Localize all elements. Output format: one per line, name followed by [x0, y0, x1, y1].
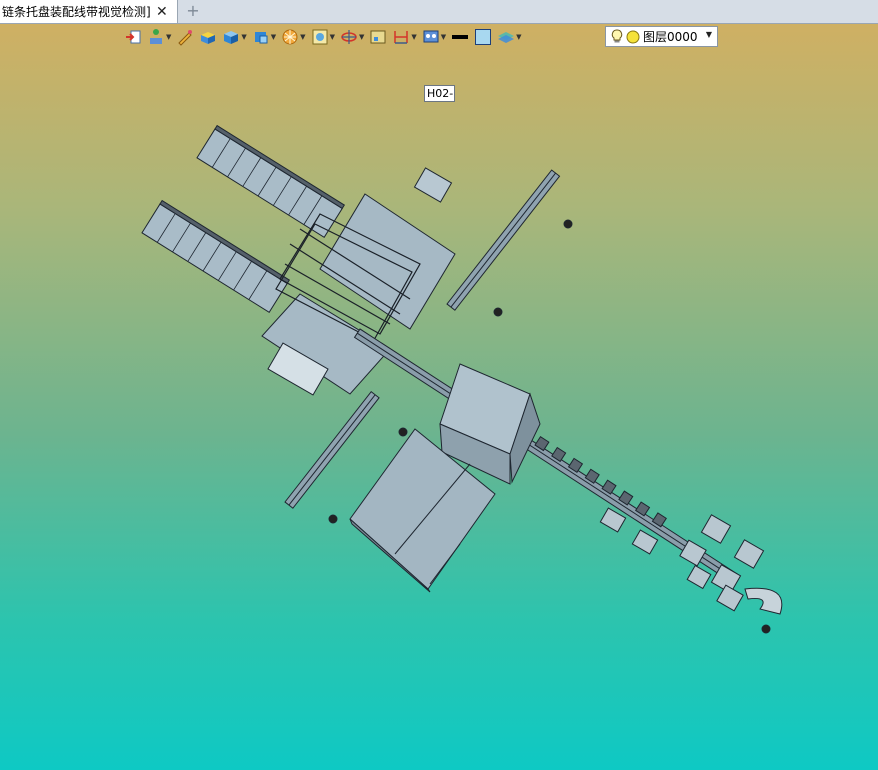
layers-button[interactable]: ▼ — [497, 26, 522, 48]
box-feature-button[interactable] — [199, 26, 217, 48]
frame-view-icon — [370, 30, 386, 44]
rotate-axis-button[interactable]: ▼ — [340, 26, 364, 48]
chevron-down-icon: ▼ — [358, 33, 365, 41]
view-toolbar: ▼ ▼ ▼ ▼ ▼ ▼ ▼ ▼ ▼ — [124, 24, 527, 50]
part-label-tag[interactable]: H02-0 — [424, 85, 455, 102]
surface-icon — [254, 32, 268, 44]
fill-color-icon — [475, 29, 492, 45]
render-sphere-button[interactable]: ▼ — [281, 26, 306, 48]
chevron-down-icon: ▼ — [411, 33, 417, 41]
chevron-down-icon: ▼ — [270, 33, 277, 41]
surface-button[interactable]: ▼ — [252, 26, 276, 48]
scene-button[interactable]: ▼ — [422, 26, 446, 48]
chevron-down-icon: ▼ — [329, 33, 335, 41]
layer-select[interactable]: 图层0000 ▼ — [605, 26, 718, 47]
new-tab-button[interactable]: + — [184, 1, 202, 21]
chevron-down-icon: ▼ — [241, 33, 247, 41]
display-mode-button[interactable]: ▼ — [311, 26, 335, 48]
chevron-down-icon: ▼ — [440, 33, 447, 41]
3d-viewport[interactable]: ▼ ▼ ▼ ▼ ▼ ▼ ▼ ▼ ▼ 图层0000 ▼ H02- — [0, 24, 878, 770]
close-icon[interactable]: ✕ — [156, 4, 168, 20]
assembly-line-model[interactable] — [0, 24, 878, 770]
solid-button[interactable]: ▼ — [222, 26, 247, 48]
render-sphere-icon — [282, 29, 298, 45]
document-tab-bar: 链条托盘装配线带视觉检测] ✕ + — [0, 0, 878, 24]
layers-icon — [498, 32, 515, 43]
chevron-down-icon[interactable]: ▼ — [706, 30, 712, 39]
dimension-icon — [394, 31, 409, 44]
scene-icon — [423, 30, 439, 43]
chevron-down-icon: ▼ — [166, 33, 172, 41]
frame-view-button[interactable] — [369, 26, 387, 48]
import-button[interactable] — [124, 26, 142, 48]
chevron-down-icon: ▼ — [300, 33, 306, 41]
tab-title: 链条托盘装配线带视觉检测] — [2, 5, 151, 19]
rotate-axis-icon — [341, 30, 357, 44]
pencil-icon — [178, 30, 193, 46]
pencil-button[interactable] — [176, 26, 194, 48]
line-color-button[interactable] — [451, 26, 469, 48]
yellow-circle-icon[interactable] — [626, 30, 640, 44]
import-icon — [126, 30, 141, 44]
chevron-down-icon: ▼ — [516, 33, 522, 41]
design-tree-button[interactable]: ▼ — [147, 26, 171, 48]
document-tab[interactable]: 链条托盘装配线带视觉检测] ✕ — [0, 0, 178, 23]
layer-name: 图层0000 — [643, 30, 698, 44]
display-mode-icon — [312, 29, 328, 45]
fill-color-button[interactable] — [474, 26, 492, 48]
solid-icon — [224, 31, 239, 44]
line-color-icon — [452, 35, 469, 39]
design-tree-icon — [150, 29, 162, 44]
box-feature-icon — [201, 32, 216, 44]
dimension-button[interactable]: ▼ — [392, 26, 417, 48]
lightbulb-icon[interactable] — [611, 29, 623, 44]
